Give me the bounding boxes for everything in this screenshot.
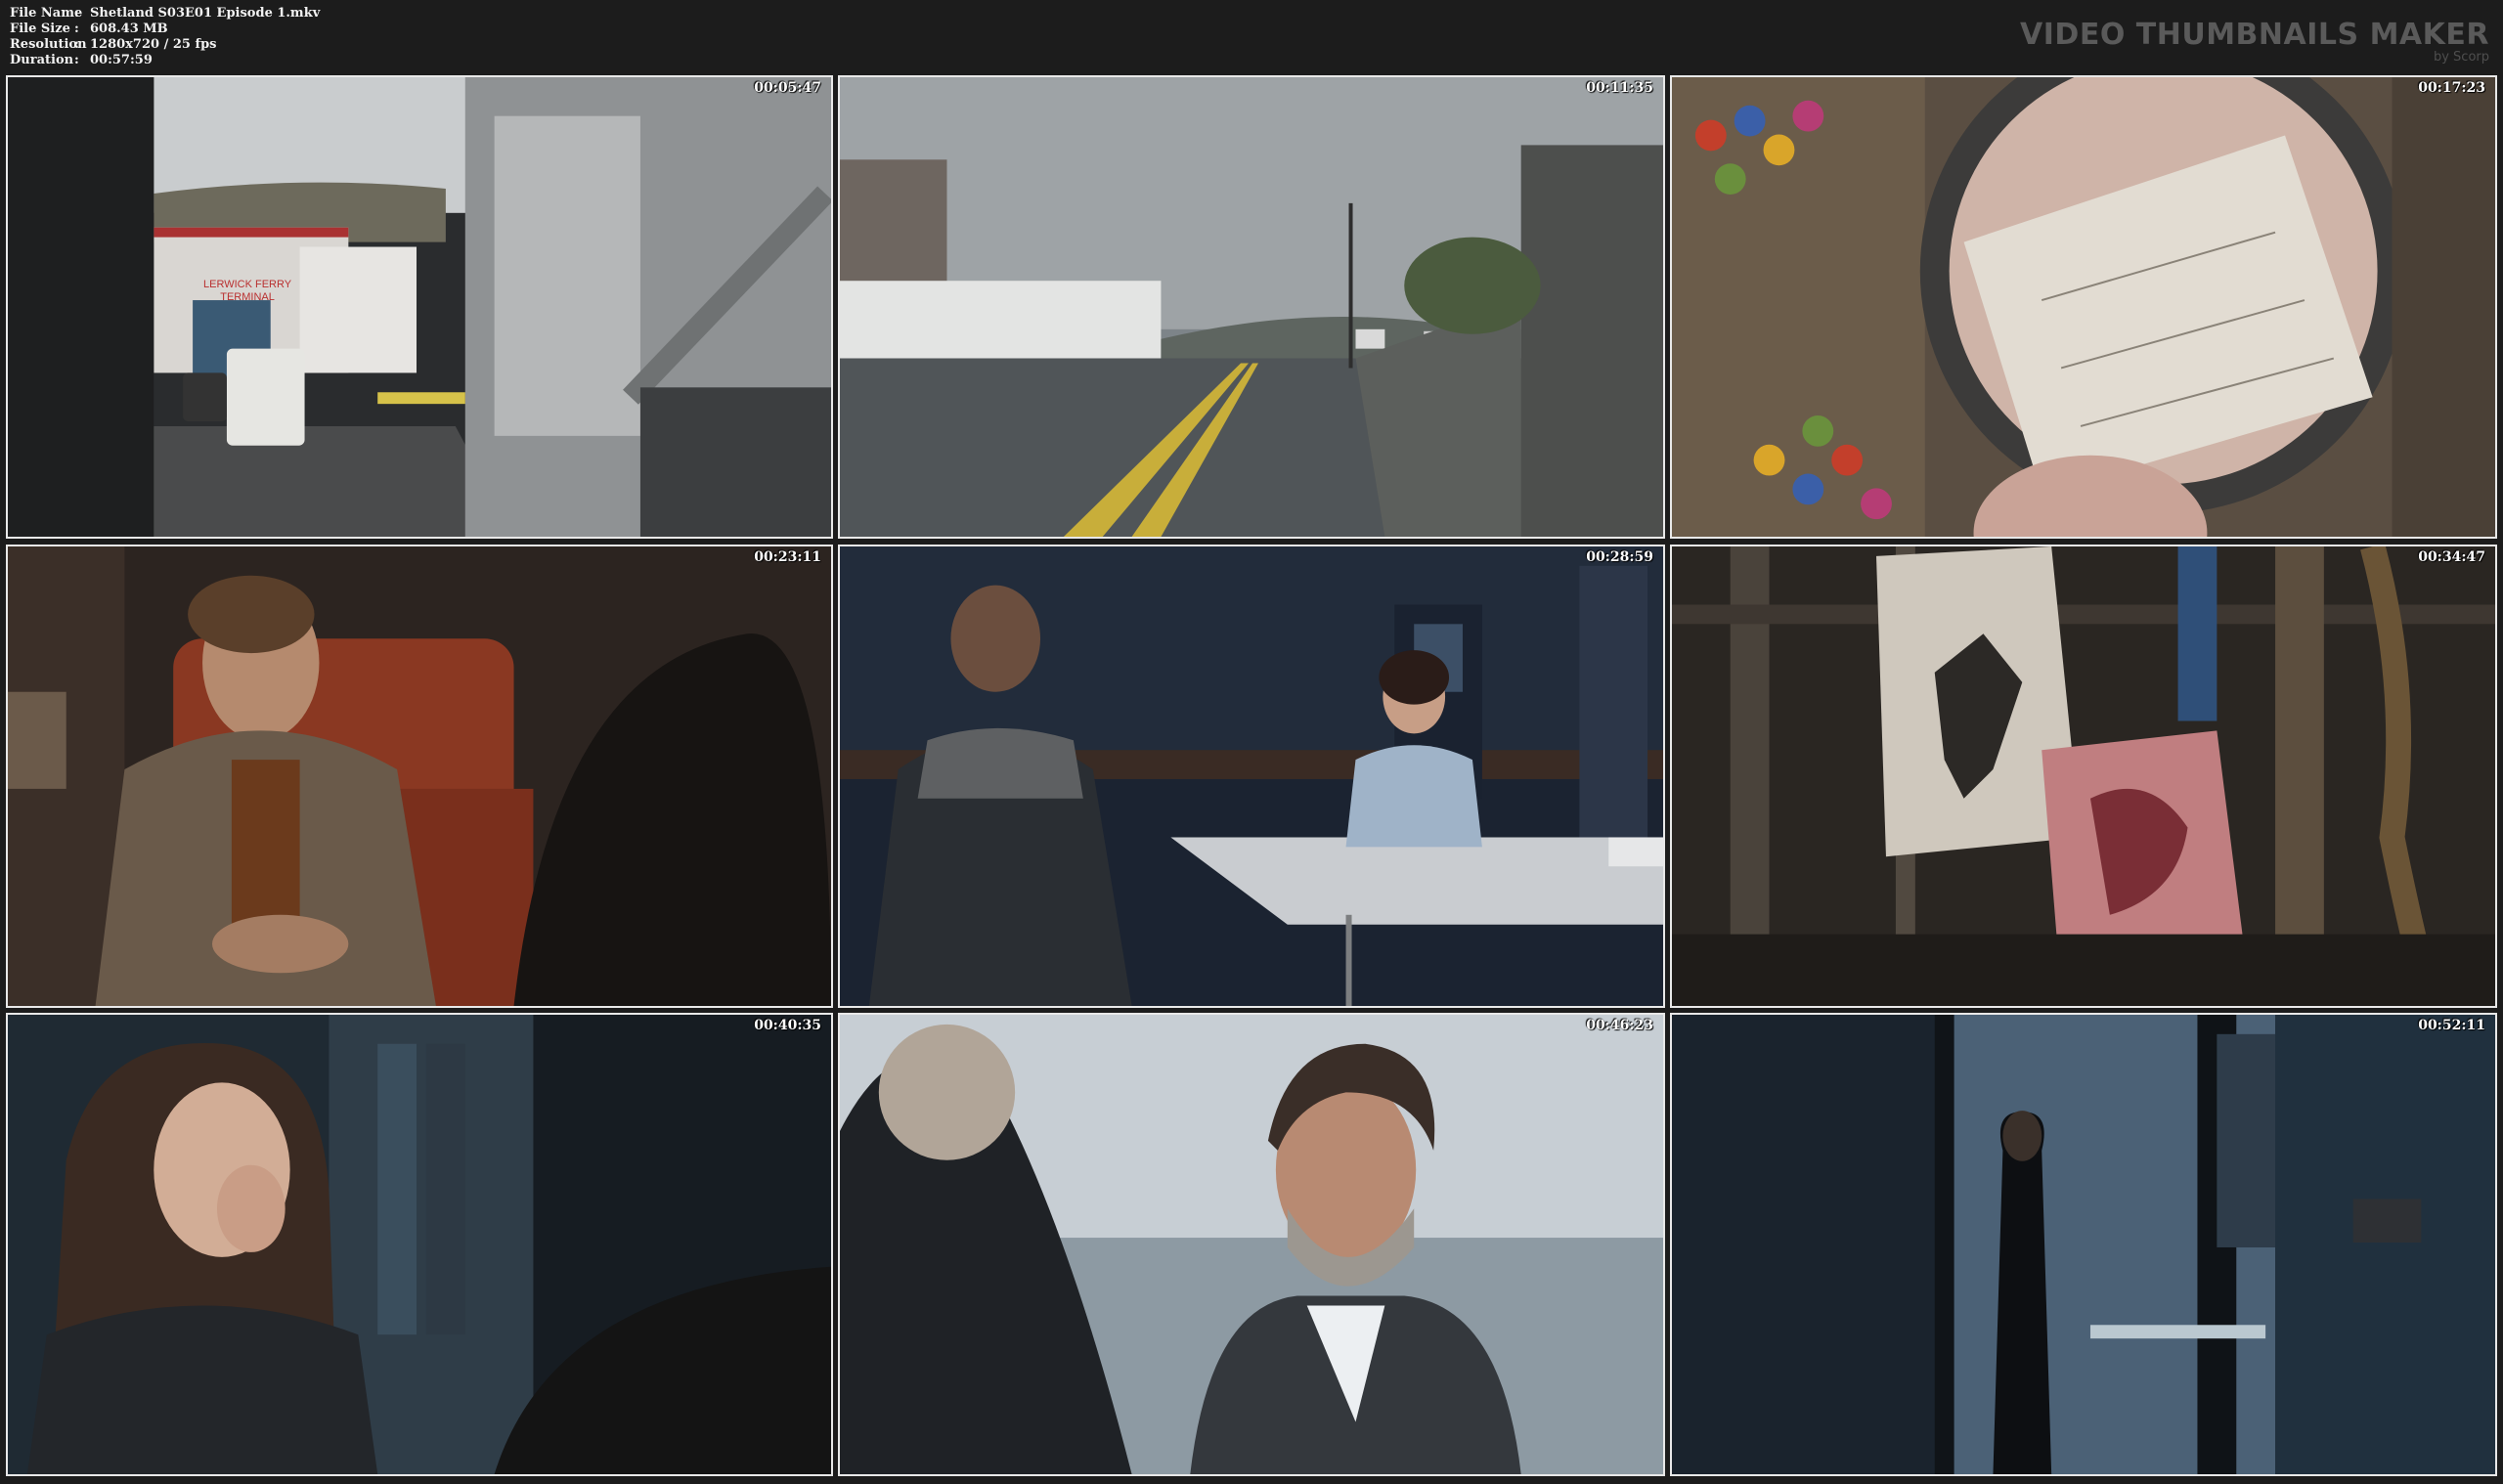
thumbnail[interactable]: LERWICK FERRY TERMINAL 00:05:47 bbox=[6, 75, 833, 539]
thumbnail[interactable]: 00:28:59 bbox=[838, 545, 1665, 1008]
thumbnail-timestamp: 00:46:23 bbox=[1586, 1018, 1653, 1033]
thumbnail-timestamp: 00:05:47 bbox=[754, 80, 821, 96]
frame-wet-road bbox=[840, 77, 1663, 537]
thumbnail-timestamp: 00:40:35 bbox=[754, 1018, 821, 1033]
thumbnail[interactable]: 00:40:35 bbox=[6, 1013, 833, 1476]
sign-line: LERWICK FERRY bbox=[203, 279, 292, 290]
thumbnail[interactable]: 00:46:23 bbox=[838, 1013, 1665, 1476]
frame-bearded-man bbox=[840, 1015, 1663, 1474]
thumbnail-timestamp: 00:11:35 bbox=[1586, 80, 1653, 96]
thumbnail-timestamp: 00:23:11 bbox=[754, 549, 821, 565]
thumbnail-grid: LERWICK FERRY TERMINAL 00:05:47 00:11:35… bbox=[0, 0, 2503, 1484]
frame-magnifier bbox=[1672, 77, 2495, 537]
thumbnail[interactable]: 00:17:23 bbox=[1670, 75, 2497, 539]
frame-worried-woman bbox=[8, 1015, 831, 1474]
thumbnail-sheet: File Name : Shetland S03E01 Episode 1.mk… bbox=[0, 0, 2503, 1484]
thumbnail-timestamp: 00:52:11 bbox=[2418, 1018, 2485, 1033]
thumbnail[interactable]: 00:23:11 bbox=[6, 545, 833, 1008]
thumbnail[interactable]: 00:52:11 bbox=[1670, 1013, 2497, 1476]
thumbnail-timestamp: 00:17:23 bbox=[2418, 80, 2485, 96]
frame-shed-drawings bbox=[1672, 546, 2495, 1006]
frame-doorway bbox=[1672, 1015, 2495, 1474]
thumbnail-timestamp: 00:28:59 bbox=[1586, 549, 1653, 565]
thumbnail[interactable]: 00:34:47 bbox=[1670, 545, 2497, 1008]
frame-ferry-terminal bbox=[8, 77, 831, 537]
frame-man-in-chair bbox=[8, 546, 831, 1006]
sign-line: TERMINAL bbox=[220, 291, 275, 303]
thumbnail[interactable]: 00:11:35 bbox=[838, 75, 1665, 539]
frame-interview-room bbox=[840, 546, 1663, 1006]
thumbnail-timestamp: 00:34:47 bbox=[2418, 549, 2485, 565]
